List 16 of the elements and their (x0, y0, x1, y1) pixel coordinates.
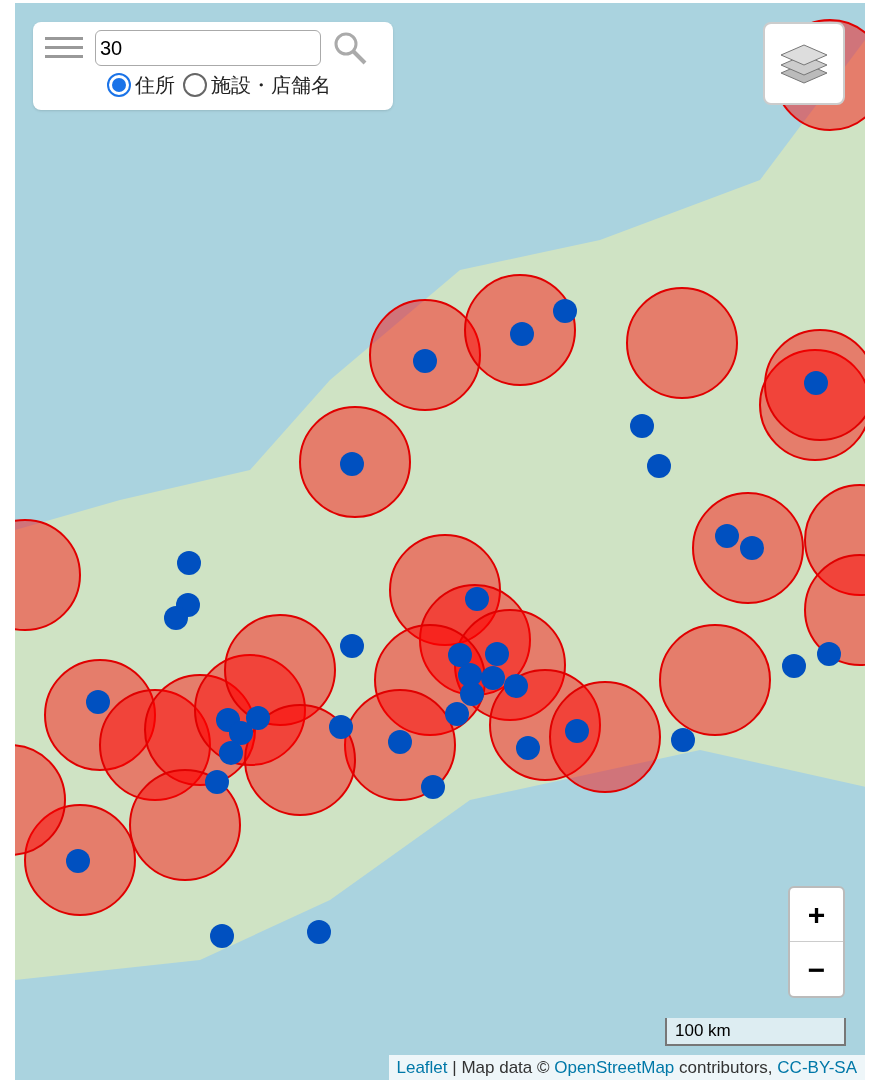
search-field[interactable]: 30 (95, 30, 321, 66)
search-icon[interactable] (333, 31, 367, 65)
radio-label[interactable]: 施設・店舗名 (211, 70, 331, 100)
map-placeholder[interactable]: 30 住所 施設・店舗名 + − 100 km Leaflet | Map data © OpenStreetMap contributors, CC-BY-SA (15, 3, 865, 1080)
attribution-text: Leaflet | Map data © OpenStreetMap contributors, CC-BY-SA (388, 1054, 865, 1080)
zoom-in-button[interactable]: + (790, 888, 843, 942)
attribution-link[interactable]: CC-BY-SA (777, 1057, 857, 1077)
radio-button[interactable] (183, 73, 207, 97)
radio-label[interactable]: 住所 (135, 70, 175, 100)
layers-button[interactable] (763, 22, 845, 105)
attribution-link[interactable]: Leaflet (396, 1057, 448, 1077)
radio-button[interactable] (107, 73, 131, 97)
menu-icon[interactable] (45, 37, 83, 59)
attribution-link[interactable]: OpenStreetMap (554, 1057, 675, 1077)
zoom-out-button[interactable]: − (790, 942, 843, 996)
scale-bar: 100 km (665, 1018, 846, 1046)
